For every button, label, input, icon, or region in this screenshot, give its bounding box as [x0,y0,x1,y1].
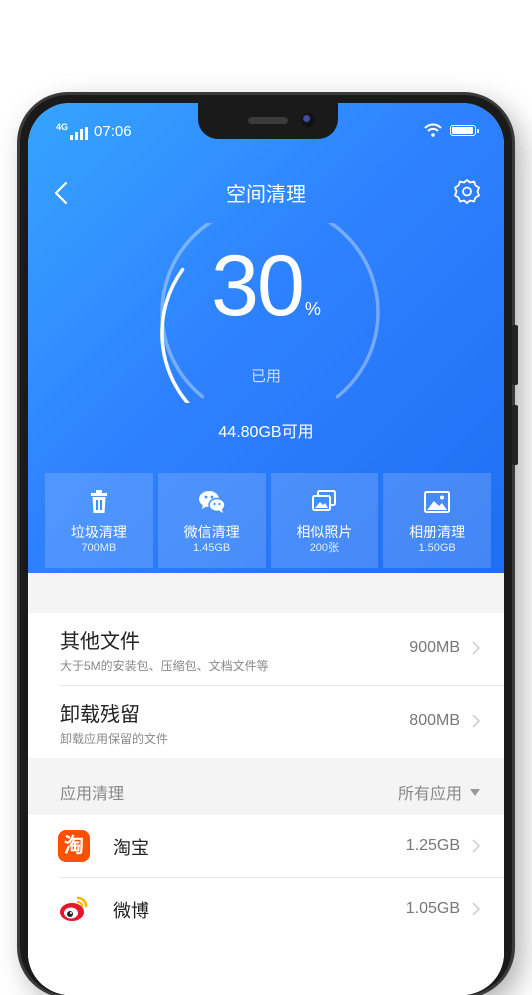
chevron-right-icon [472,714,480,728]
tile-value: 1.50GB [418,542,456,554]
item-size: 800MB [409,712,460,729]
file-categories: 其他文件 大于5M的安装包、压缩包、文档文件等 900MB 卸载残留 卸载应用保… [28,613,504,758]
page-title: 空间清理 [226,184,306,206]
item-size: 900MB [409,639,460,656]
top-bar: 空间清理 [28,169,504,213]
tile-label: 微信清理 [183,524,240,540]
battery-icon [450,124,479,136]
settings-gear-icon[interactable] [452,177,482,207]
tile-label: 相似照片 [296,524,353,540]
list-item-weibo[interactable]: 微博 1.05GB [28,878,504,940]
taobao-icon-glyph: 淘 [64,835,84,857]
item-title: 其他文件 [60,631,140,653]
list-item-taobao[interactable]: 淘 淘宝 1.25GB [28,815,504,877]
tile-label: 垃圾清理 [70,524,127,540]
all-apps-filter[interactable]: 所有应用 [398,780,480,804]
screen: 4G 07:06 空间清理 30 % 已用 44.80GB可用 垃圾清理 700… [28,103,504,995]
chevron-right-icon [472,902,480,916]
app-list: 淘 淘宝 1.25GB 微博 1.05GB [28,815,504,995]
chevron-right-icon [472,839,480,853]
used-label: 已用 [250,368,281,385]
camera-notch [198,103,338,139]
weibo-app-icon [60,896,88,921]
percent-unit: % [304,299,321,319]
section-title: 应用清理 [60,786,125,803]
list-item-other-files[interactable]: 其他文件 大于5M的安装包、压缩包、文档文件等 900MB [28,613,504,685]
signal-icon [70,127,89,140]
taobao-app-icon: 淘 [58,830,90,862]
item-title: 卸载残留 [60,704,140,726]
filter-label: 所有应用 [397,786,462,803]
tile-album-clean[interactable]: 相册清理 1.50GB [383,473,491,568]
earpiece [248,117,288,124]
tile-value: 700MB [81,542,117,554]
available-storage: 44.80GB可用 [218,424,314,441]
power-button [512,405,518,465]
tile-similar-photos[interactable]: 相似照片 200张 [270,473,379,568]
app-size: 1.05GB [405,900,460,917]
tile-value: 1.45GB [192,542,231,554]
phone-frame: 4G 07:06 空间清理 30 % 已用 44.80GB可用 垃圾清理 700… [20,95,518,995]
wifi-icon [424,123,442,137]
storage-overview: 4G 07:06 空间清理 30 % 已用 44.80GB可用 垃圾清理 700… [28,103,504,573]
tile-label: 相册清理 [409,524,466,540]
chevron-right-icon [472,641,480,655]
app-name: 微博 [113,901,149,921]
usage-percent-value: 30 [211,238,305,334]
network-type: 4G [56,122,69,132]
app-clean-header: 应用清理 所有应用 [28,760,504,815]
dropdown-arrow-icon [470,788,480,796]
tile-junk-clean[interactable]: 垃圾清理 700MB [45,473,153,568]
clean-lists: 其他文件 大于5M的安装包、压缩包、文档文件等 900MB 卸载残留 卸载应用保… [28,573,504,995]
trash-icon [90,490,107,513]
quick-clean-tiles: 垃圾清理 700MB 微信清理 1.45GB 相似照片 200张 相册清理 1.… [45,473,491,568]
album-icon [424,491,451,513]
volume-button [512,325,518,385]
front-camera [301,113,315,127]
wechat-icon [198,491,226,513]
item-description: 卸载应用保留的文件 [60,732,169,746]
app-name: 淘宝 [113,838,149,858]
list-item-uninstall-residue[interactable]: 卸载残留 卸载应用保留的文件 800MB [28,686,504,758]
app-size: 1.25GB [405,837,460,854]
item-description: 大于5M的安装包、压缩包、文档文件等 [60,659,269,673]
tile-value: 200张 [309,542,340,554]
clock: 07:06 [94,123,132,140]
usage-percent: 30% [28,243,504,329]
tile-wechat-clean[interactable]: 微信清理 1.45GB [157,473,266,568]
similar-photos-icon [312,490,337,511]
